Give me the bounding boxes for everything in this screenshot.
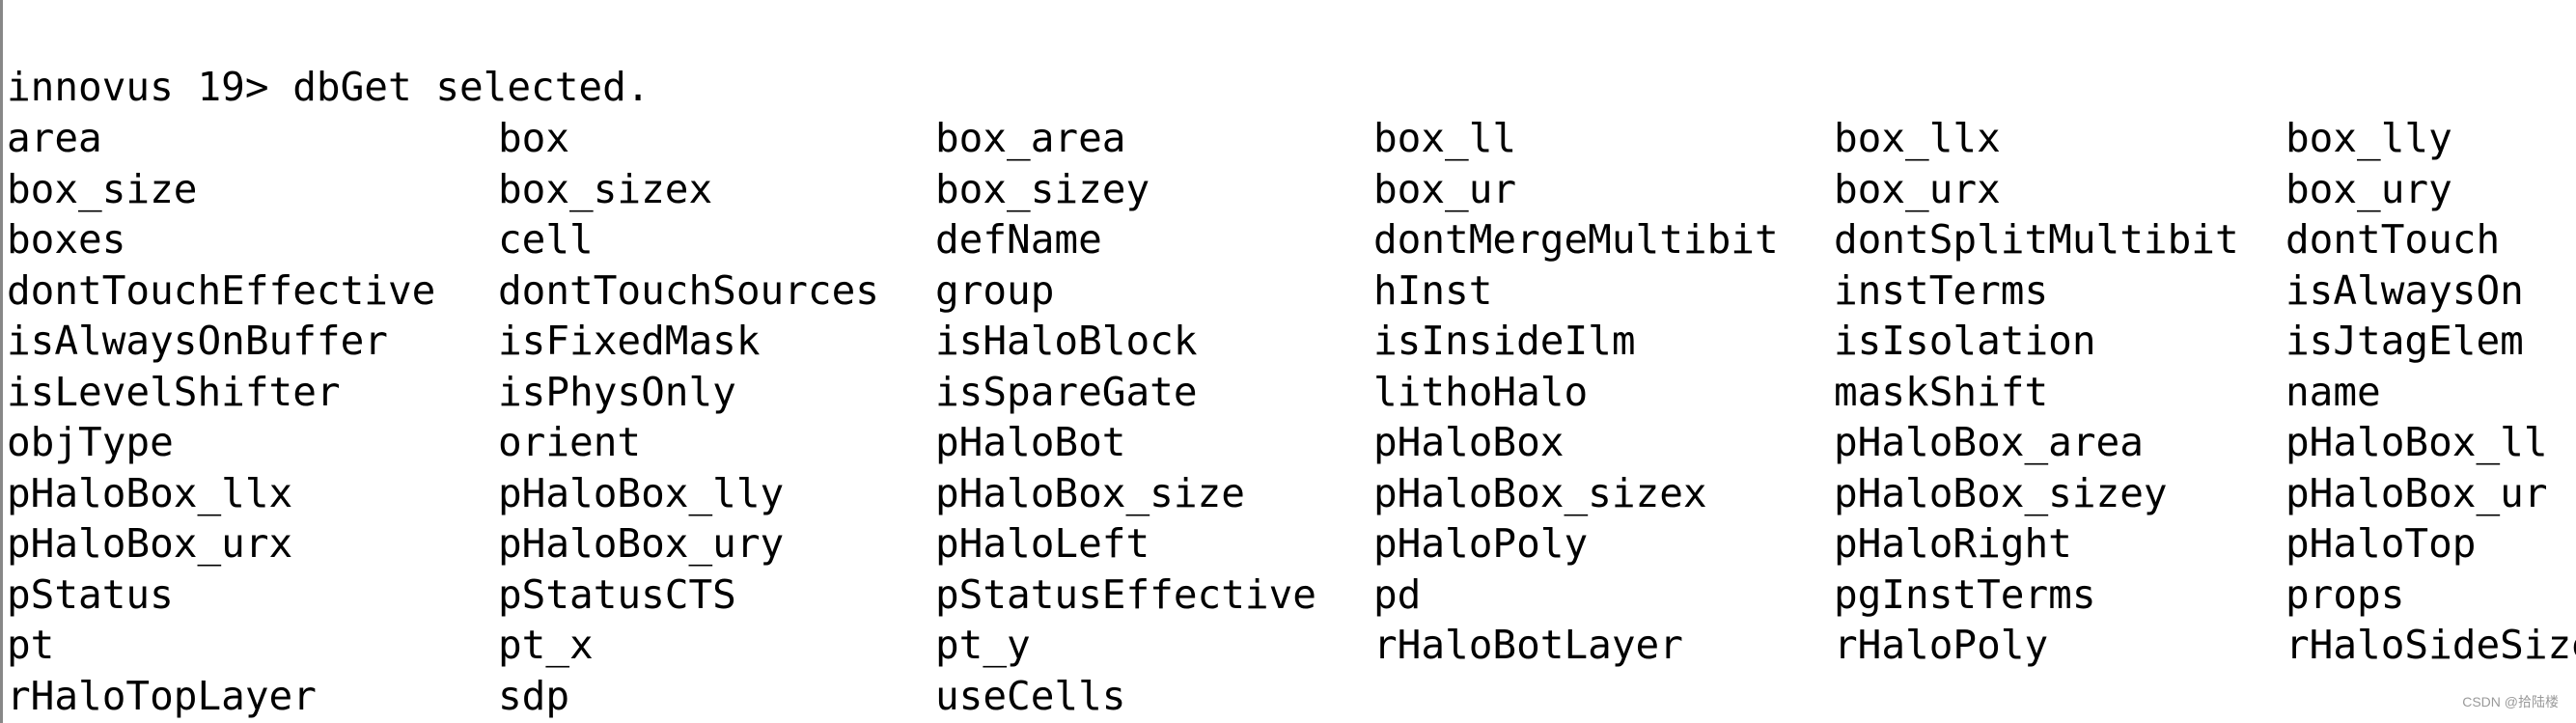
attribute-item: rHaloBotLayer xyxy=(1373,622,1683,668)
attribute-item: isAlwaysOn xyxy=(2285,266,2524,314)
attribute-item: dontTouchSources xyxy=(498,266,879,314)
terminal-output: innovus 19> dbGet selected. area box box_a… xyxy=(0,0,2576,723)
attribute-item: box_urx xyxy=(1834,165,2001,212)
attribute-item: objType xyxy=(7,419,174,465)
watermark: CSDN @拾陆楼 xyxy=(2462,694,2559,709)
attribute-item: pHaloRight xyxy=(1834,520,2072,567)
attribute-item: instTerms xyxy=(1834,266,2049,314)
attribute-item: pHaloBox_size xyxy=(935,469,1245,516)
attribute-item: dontTouchEffective xyxy=(7,266,436,314)
attribute-item: pHaloBox_lly xyxy=(498,469,785,516)
attribute-item: box_sizey xyxy=(935,165,1150,212)
attribute-item: pHaloBox_sizey xyxy=(1834,469,2168,516)
attribute-item: lithoHalo xyxy=(1373,368,1589,415)
attribute-item: box_llx xyxy=(1834,115,2001,161)
attribute-item: pHaloBox_area xyxy=(1834,419,2144,465)
attribute-item: pStatusCTS xyxy=(498,570,736,618)
attribute-item: area xyxy=(7,115,102,161)
attribute-item: cell xyxy=(498,216,594,263)
attribute-item: isHaloBlock xyxy=(935,318,1198,364)
attribute-item: maskShift xyxy=(1834,368,2049,415)
attribute-item: pt_x xyxy=(498,622,594,668)
attribute-item: isFixedMask xyxy=(498,318,761,364)
attribute-item: pt xyxy=(7,622,55,668)
attribute-item: box_size xyxy=(7,165,198,212)
attribute-item: box_lly xyxy=(2285,115,2452,161)
attribute-item: pgInstTerms xyxy=(1834,570,2096,618)
attribute-item: pHaloBox_sizex xyxy=(1373,469,1707,516)
attribute-item: pHaloPoly xyxy=(1373,520,1589,567)
attribute-item: box_ury xyxy=(2285,165,2452,212)
attribute-item: pHaloTop xyxy=(2285,520,2477,567)
attribute-item: isAlwaysOnBuffer xyxy=(7,318,388,364)
attribute-item: useCells xyxy=(935,672,1126,719)
attribute-item: pStatusEffective xyxy=(935,570,1316,618)
attribute-item: isIsolation xyxy=(1834,318,2096,364)
attribute-item: rHaloTopLayer xyxy=(7,672,317,719)
attribute-item: defName xyxy=(935,216,1102,263)
attribute-item: pt_y xyxy=(935,622,1031,668)
attribute-item: group xyxy=(935,266,1055,314)
attribute-item: box_ll xyxy=(1373,115,1517,161)
attribute-item: box xyxy=(498,115,570,161)
attribute-item: props xyxy=(2285,570,2405,618)
attribute-item: orient xyxy=(498,419,642,465)
attribute-item: dontSplitMultibit xyxy=(1834,216,2239,263)
attribute-item: isSpareGate xyxy=(935,368,1198,415)
attribute-item: pHaloBox_ll xyxy=(2285,419,2548,465)
attribute-item: box_ur xyxy=(1373,165,1517,212)
attribute-item: isLevelShifter xyxy=(7,368,341,415)
attribute-item: isJtagElem xyxy=(2285,318,2524,364)
attribute-item: box_sizex xyxy=(498,165,713,212)
attribute-item: rHaloPoly xyxy=(1834,622,2049,668)
attribute-item: dontTouch xyxy=(2285,216,2501,263)
attribute-item: pHaloBox xyxy=(1373,419,1565,465)
attribute-item: boxes xyxy=(7,216,126,263)
attribute-item: name xyxy=(2285,368,2381,415)
attribute-item: isInsideIlm xyxy=(1373,318,1636,364)
attribute-list: area box box_area box_ll box_llx box_lly box_s… xyxy=(7,113,2576,721)
attribute-item: pHaloBox_llx xyxy=(7,469,293,516)
attribute-item: dontMergeMultibit xyxy=(1373,216,1779,263)
attribute-item: pHaloBox_urx xyxy=(7,520,293,567)
attribute-item: pHaloLeft xyxy=(935,520,1150,567)
attribute-item: isPhysOnly xyxy=(498,368,736,415)
attribute-item: sdp xyxy=(498,672,570,719)
command-prompt-line: innovus 19> dbGet selected. xyxy=(7,64,651,110)
attribute-item: pd xyxy=(1373,570,1422,618)
attribute-item: pStatus xyxy=(7,570,174,618)
attribute-item: pHaloBox_ury xyxy=(498,520,785,567)
attribute-item: hInst xyxy=(1373,266,1493,314)
attribute-item: box_area xyxy=(935,115,1126,161)
attribute-item: rHaloSideSize xyxy=(2285,622,2576,668)
attribute-item: pHaloBot xyxy=(935,419,1126,465)
attribute-item: pHaloBox_ur xyxy=(2285,469,2548,516)
